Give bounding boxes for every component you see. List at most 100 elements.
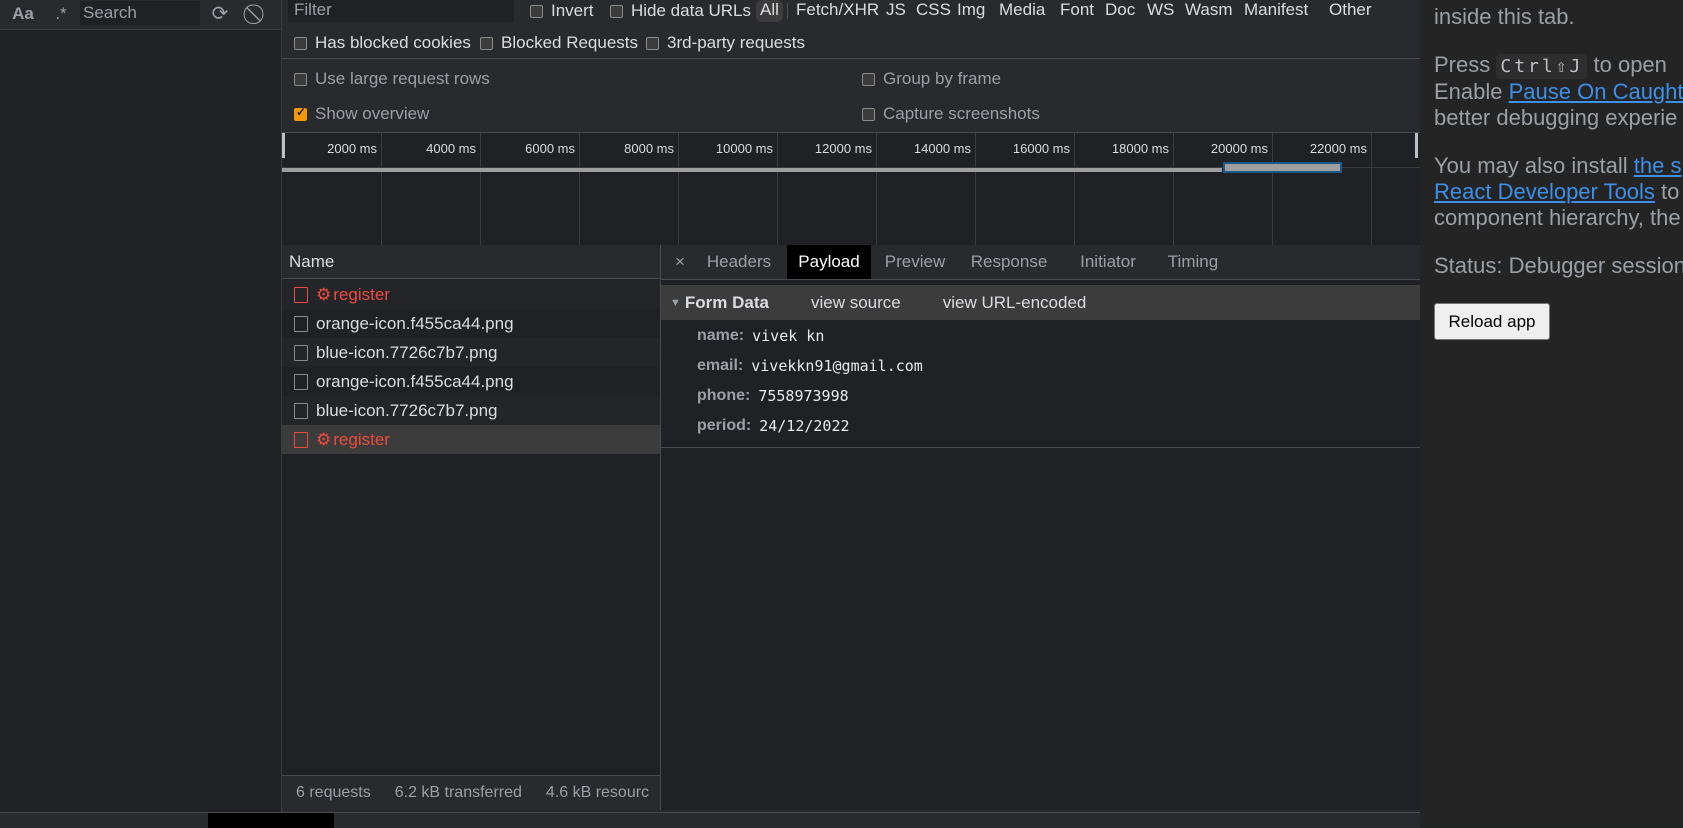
checkbox-box[interactable]	[610, 4, 623, 18]
overview-gridline	[480, 133, 481, 245]
type-filter-img[interactable]: Img	[957, 0, 985, 22]
tab-preview[interactable]: Preview	[875, 245, 955, 279]
enable-line: Enable Pause On Caught	[1434, 79, 1683, 105]
field-value: 24/12/2022	[759, 417, 850, 435]
enable-prefix: Enable	[1434, 79, 1509, 104]
has-blocked-cookies-checkbox[interactable]: Has blocked cookies	[294, 33, 471, 53]
view-url-encoded-link[interactable]: view URL-encoded	[943, 293, 1087, 313]
overview-gridline	[876, 133, 877, 245]
gear-icon: ⚙	[316, 429, 332, 449]
filter-input[interactable]: Filter	[288, 0, 514, 22]
overview-tick-label: 22000 ms	[1309, 141, 1367, 156]
type-filter-css[interactable]: CSS	[916, 0, 951, 22]
type-filter-other[interactable]: Other	[1329, 0, 1372, 22]
overview-left-handle[interactable]	[282, 133, 285, 158]
capture-screenshots-label: Capture screenshots	[883, 104, 1040, 123]
file-icon	[294, 344, 308, 361]
overview-gridline	[381, 133, 382, 245]
blocked-requests-checkbox[interactable]: Blocked Requests	[480, 33, 638, 53]
overview-highlight-bar	[1223, 162, 1342, 173]
checkbox-box[interactable]	[294, 36, 307, 50]
overview-request-bar	[282, 168, 1222, 172]
name-column-header[interactable]: Name	[282, 245, 660, 279]
overview-right-handle[interactable]	[1415, 133, 1418, 158]
type-filter-all[interactable]: All	[756, 0, 783, 22]
capture-screenshots-checkbox[interactable]: Capture screenshots	[862, 104, 1040, 124]
show-overview-checkbox[interactable]: Show overview	[294, 104, 429, 124]
request-name: orange-icon.f455ca44.png	[316, 313, 514, 333]
match-case-button[interactable]: Aa	[10, 2, 36, 26]
request-list: Name ⚙ register orange-icon.f455ca44.png…	[282, 245, 661, 810]
type-filter-ws[interactable]: WS	[1147, 0, 1174, 22]
overview-tick-label: 20000 ms	[1210, 141, 1268, 156]
tab-timing[interactable]: Timing	[1159, 245, 1227, 279]
type-filter-media[interactable]: Media	[999, 0, 1045, 22]
large-rows-checkbox[interactable]: Use large request rows	[294, 69, 490, 89]
checkbox-box[interactable]	[530, 4, 543, 18]
type-filter-font[interactable]: Font	[1060, 0, 1094, 22]
gear-icon: ⚙	[316, 284, 332, 304]
field-key: name:	[697, 327, 745, 344]
request-row-selected[interactable]: ⚙ register	[282, 425, 660, 454]
regex-button[interactable]: .*	[50, 2, 72, 26]
overview-gridline	[975, 133, 976, 245]
drawer-tab-active[interactable]	[208, 813, 334, 828]
checkbox-box-checked[interactable]	[294, 105, 307, 121]
form-data-header[interactable]: ▼ Form Data view source view URL-encoded	[661, 285, 1420, 320]
checkbox-box[interactable]	[294, 72, 307, 86]
checkbox-box[interactable]	[862, 72, 875, 86]
field-value: vivek kn	[752, 327, 825, 345]
overview-tick-label: 6000 ms	[525, 141, 575, 156]
tab-payload[interactable]: Payload	[787, 245, 871, 279]
request-name: register	[333, 284, 390, 304]
overview-tick-label: 12000 ms	[814, 141, 872, 156]
search-sidebar: Aa .* Search ⟳ ⃠	[0, 0, 282, 827]
app-pane: inside this tab. Press Ctrl⇧J to open En…	[1420, 0, 1683, 827]
reload-app-button[interactable]: Reload app	[1434, 303, 1550, 340]
tab-initiator[interactable]: Initiator	[1063, 245, 1153, 279]
react-suffix: to	[1654, 179, 1680, 204]
tab-headers[interactable]: Headers	[697, 245, 781, 279]
pause-on-caught-link[interactable]: Pause On Caught	[1509, 79, 1683, 104]
invert-checkbox[interactable]: Invert	[530, 1, 594, 21]
divider	[787, 3, 788, 19]
react-devtools-link[interactable]: React Developer Tools	[1434, 179, 1655, 204]
search-input[interactable]: Search	[80, 1, 200, 25]
app-text-line: component hierarchy, the	[1434, 205, 1681, 230]
search-toolbar: Aa .* Search ⟳ ⃠	[0, 0, 281, 30]
view-source-link[interactable]: view source	[811, 293, 901, 313]
tab-response[interactable]: Response	[961, 245, 1057, 279]
hide-data-urls-checkbox[interactable]: Hide data URLs	[610, 1, 751, 21]
request-row[interactable]: blue-icon.7726c7b7.png	[282, 338, 660, 367]
type-filter-doc[interactable]: Doc	[1105, 0, 1135, 22]
checkbox-box[interactable]	[480, 36, 493, 50]
refresh-icon[interactable]: ⟳	[208, 2, 232, 26]
overview-tick-label: 10000 ms	[715, 141, 773, 156]
close-icon[interactable]: ×	[671, 245, 689, 279]
overview-gridline	[579, 133, 580, 245]
type-filter-js[interactable]: JS	[886, 0, 906, 22]
request-details: × Headers Payload Preview Response Initi…	[661, 245, 1420, 810]
group-by-frame-checkbox[interactable]: Group by frame	[862, 69, 1001, 89]
request-row[interactable]: blue-icon.7726c7b7.png	[282, 396, 660, 425]
clear-icon[interactable]: ⃠	[246, 2, 270, 26]
has-blocked-cookies-label: Has blocked cookies	[315, 33, 471, 52]
shortcut-key: Ctrl⇧J	[1496, 54, 1588, 79]
type-filter-fetch-xhr[interactable]: Fetch/XHR	[796, 0, 879, 22]
standalone-link[interactable]: the s	[1634, 153, 1682, 178]
overview-timeline[interactable]: 2000 ms 4000 ms 6000 ms 8000 ms 10000 ms 1200…	[282, 132, 1471, 246]
request-row[interactable]: ⚙ register	[282, 280, 660, 309]
show-overview-label: Show overview	[315, 104, 430, 123]
checkbox-box[interactable]	[646, 36, 659, 50]
type-filter-manifest[interactable]: Manifest	[1244, 0, 1308, 22]
overview-tick-label: 2000 ms	[327, 141, 377, 156]
request-count: 6 requests	[296, 784, 371, 801]
field-value: vivekkn91@gmail.com	[751, 357, 923, 375]
third-party-checkbox[interactable]: 3rd-party requests	[646, 33, 805, 53]
form-field: name: vivek kn	[697, 327, 824, 345]
checkbox-box[interactable]	[862, 107, 875, 121]
request-row[interactable]: orange-icon.f455ca44.png	[282, 367, 660, 396]
request-row[interactable]: orange-icon.f455ca44.png	[282, 309, 660, 338]
debugger-status: Status: Debugger session	[1434, 253, 1683, 278]
type-filter-wasm[interactable]: Wasm	[1185, 0, 1233, 22]
